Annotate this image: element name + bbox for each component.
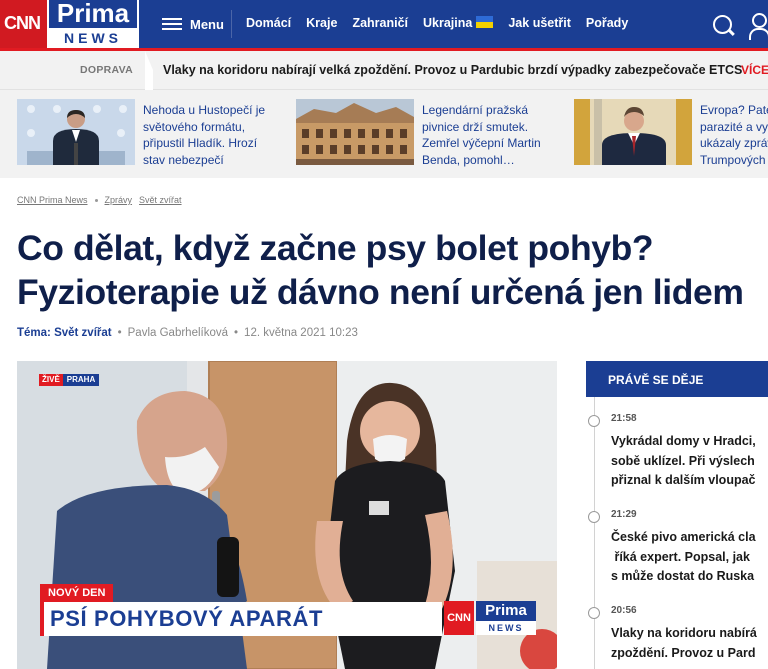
top-header: CNN Prima NEWS Menu Domácí Kraje Zahrani…	[0, 0, 768, 48]
show-name-tag: NOVÝ DEN	[40, 584, 114, 602]
prima-news-logo[interactable]: Prima NEWS	[47, 0, 139, 48]
teaser-strip: Nehoda u Hustopečí je světového formátu,…	[0, 90, 768, 178]
nav-item-zahranici[interactable]: Zahraničí	[352, 16, 408, 30]
search-icon[interactable]	[713, 15, 732, 34]
live-feed-timeline	[594, 397, 595, 669]
article-author[interactable]: Pavla Gabrhelíková	[128, 327, 228, 339]
nav-item-porady[interactable]: Pořady	[586, 16, 628, 30]
channel-logo-news: NEWS	[476, 621, 536, 635]
feed-time: 21:29	[611, 509, 637, 520]
meta-separator: •	[117, 327, 122, 339]
live-feed-header[interactable]: PRÁVĚ SE DĚJE	[586, 361, 768, 397]
ukraine-flag-icon	[476, 16, 494, 28]
live-badge: ŽIVĚ PRAHA	[39, 374, 100, 386]
main-nav: Domácí Kraje Zahraničí Ukrajina Jak ušet…	[246, 16, 628, 30]
video-player[interactable]: ŽIVĚ PRAHA NOVÝ DEN PSÍ POHYBOVÝ APARÁT …	[17, 361, 557, 669]
breadcrumb-svet-zvirat[interactable]: Svět zvířat	[139, 195, 182, 205]
feed-headline[interactable]: České pivo americká cla říká expert. Pop…	[611, 528, 768, 587]
breadcrumb-zpravy[interactable]: Zprávy	[105, 195, 133, 205]
teaser-thumbnail	[17, 99, 135, 165]
article-date: 12. května 2021 10:23	[244, 327, 358, 339]
breadcrumb-separator	[94, 198, 98, 202]
teaser-thumbnail	[296, 99, 414, 165]
teaser-title[interactable]: Nehoda u Hustopečí je světového formátu,…	[143, 102, 273, 168]
channel-logo: CNN Prima NEWS	[444, 601, 536, 635]
meta-separator: •	[234, 327, 239, 339]
ticker-more-link[interactable]: VÍCE	[741, 63, 768, 77]
nav-item-jak-usetrit[interactable]: Jak ušetřit	[508, 16, 571, 30]
ticker-headline[interactable]: Vlaky na koridoru nabírají velká zpožděn…	[163, 63, 742, 77]
user-icon[interactable]	[749, 13, 768, 40]
teaser-thumbnail	[574, 99, 692, 165]
nav-item-domaci[interactable]: Domácí	[246, 16, 291, 30]
breadcrumb-home[interactable]: CNN Prima News	[17, 195, 88, 205]
nav-item-kraje[interactable]: Kraje	[306, 16, 337, 30]
prima-logo-text: Prima	[49, 0, 137, 28]
feed-time: 21:58	[611, 413, 637, 424]
feed-time: 20:56	[611, 605, 637, 616]
live-label: ŽIVĚ	[39, 374, 63, 386]
article-meta: Téma: Svět zvířat • Pavla Gabrhelíková •…	[17, 327, 358, 339]
live-feed-title: PRÁVĚ SE DĚJE	[608, 373, 704, 387]
teaser-title[interactable]: Legendární pražská pivnice drží smutek. …	[422, 102, 552, 168]
caption-bar: PSÍ POHYBOVÝ APARÁT	[40, 602, 442, 636]
feed-headline[interactable]: Vykrádal domy v Hradci, sobě uklízel. Př…	[611, 432, 768, 491]
timeline-dot	[588, 607, 600, 619]
hamburger-icon	[162, 17, 182, 31]
feed-headline[interactable]: Vlaky na koridoru nabírá zpoždění. Provo…	[611, 624, 768, 663]
ticker-label: DOPRAVA	[80, 64, 134, 76]
article-topic-link[interactable]: Téma: Svět zvířat	[17, 327, 112, 339]
caption-text: PSÍ POHYBOVÝ APARÁT	[50, 606, 323, 631]
breadcrumb: CNN Prima News Zprávy Svět zvířat	[17, 195, 182, 205]
menu-button[interactable]: Menu	[162, 14, 224, 34]
timeline-dot	[588, 415, 600, 427]
channel-logo-cnn: CNN	[444, 601, 474, 635]
traffic-ticker: DOPRAVA Vlaky na koridoru nabírají velká…	[0, 51, 768, 127]
nav-item-ukrajina[interactable]: Ukrajina	[423, 16, 494, 30]
channel-logo-prima: Prima	[476, 601, 536, 621]
timeline-dot	[588, 511, 600, 523]
article-title: Co dělat, když začne psy bolet pohyb? Fy…	[17, 228, 744, 312]
menu-label: Menu	[190, 16, 224, 32]
header-divider	[231, 10, 232, 38]
teaser-title[interactable]: Evropa? Patetičtí parazité a vyžírky, uk…	[700, 102, 768, 168]
cnn-logo[interactable]: CNN	[0, 0, 47, 48]
live-location: PRAHA	[62, 374, 100, 386]
news-logo-text: NEWS	[49, 30, 137, 46]
